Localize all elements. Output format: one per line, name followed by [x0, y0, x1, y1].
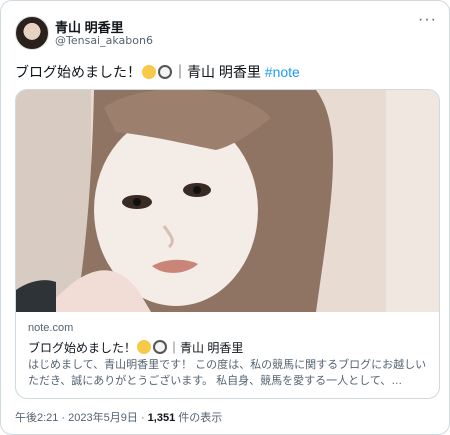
link-domain: note.com [28, 322, 74, 334]
tweet-text: ブログ始めました！ ｜青山 明香里 #note [15, 63, 300, 81]
chick-icon [137, 340, 152, 354]
meta-separator: · [137, 412, 148, 424]
chick-icon [142, 65, 156, 79]
link-preview-card[interactable]: note.com ブログ始めました！ ｜青山 明香里 はじめまして、青山明香里です… [15, 89, 440, 399]
more-options-icon[interactable]: ··· [418, 11, 437, 29]
author-avatar[interactable] [15, 16, 49, 50]
tweet-text-main: ブログ始めました！ [15, 64, 141, 80]
views-label: 件の表示 [175, 412, 223, 424]
link-title-main: ブログ始めました！ [28, 341, 137, 355]
views-count: 1,351 [147, 412, 176, 424]
portrait-illustration [16, 90, 439, 312]
tweet-meta: 午後2:21 · 2023年5月9日 · 1,351 件の表示 [15, 409, 222, 425]
link-preview-image[interactable] [16, 90, 439, 312]
link-title[interactable]: ブログ始めました！ ｜青山 明香里 [28, 339, 243, 356]
hashtag-link[interactable]: #note [265, 64, 300, 80]
magnifier-icon [153, 340, 168, 354]
magnifier-icon [158, 65, 172, 79]
timestamp[interactable]: 午後2:21 · 2023年5月9日 [15, 412, 138, 424]
link-description: はじめまして、青山明香里です！ この度は、私の競馬に関するブログにお越しいただき… [28, 359, 427, 387]
tweet-card[interactable]: 青山 明香里 @Tensai_akabon6 ··· ブログ始めました！ ｜青山 … [0, 0, 450, 435]
author-handle[interactable]: @Tensai_akabon6 [55, 34, 153, 47]
tweet-text-suffix: ｜青山 明香里 [173, 64, 261, 80]
link-title-suffix: ｜青山 明香里 [168, 341, 244, 355]
